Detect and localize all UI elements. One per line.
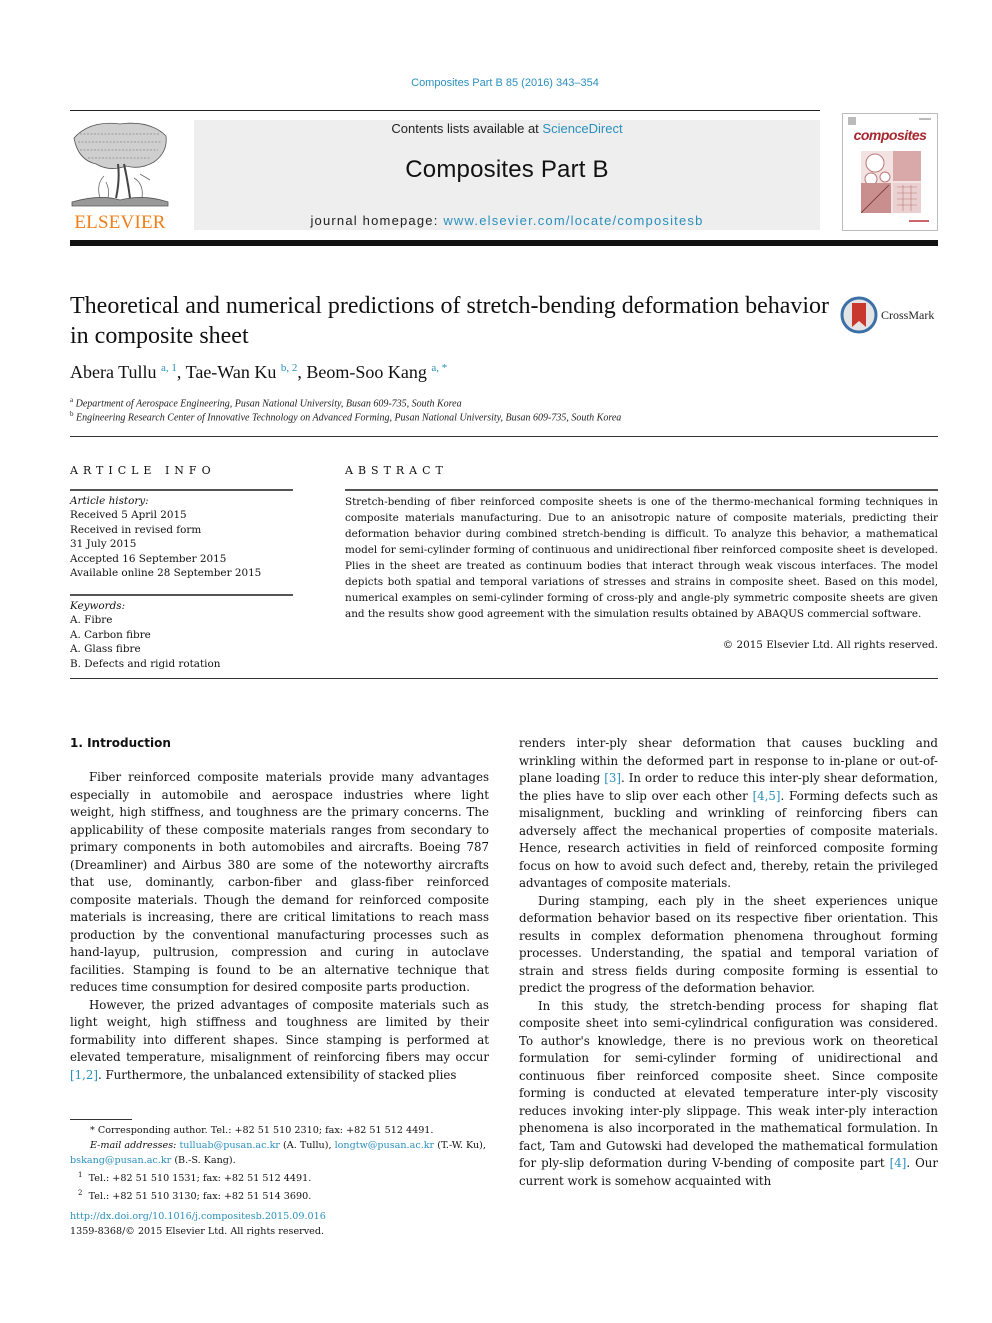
history-item: Received 5 April 2015 — [70, 509, 187, 522]
author-name: Tae-Wan Ku — [185, 362, 277, 382]
paragraph-text: . Furthermore, the unbalanced extensibil… — [97, 1067, 457, 1082]
history-item: 31 July 2015 — [70, 538, 137, 551]
keyword-item: A. Glass fibre — [70, 643, 141, 656]
paragraph-text: In this study, the stretch-bending proce… — [519, 998, 938, 1171]
cover-artwork-icon — [861, 151, 921, 213]
abstract-text: Stretch-bending of fiber reinforced comp… — [345, 496, 938, 620]
author-affiliation-marker[interactable]: b, 2 — [281, 362, 298, 374]
email-link[interactable]: tulluab@pusan.ac.kr — [179, 1140, 280, 1151]
affiliation-text: Department of Aerospace Engineering, Pus… — [75, 398, 462, 410]
abstract-rule — [345, 489, 938, 491]
cover-footer-mark — [909, 220, 929, 222]
author-separator: , — [297, 362, 307, 382]
header-top-rule — [70, 110, 820, 111]
author-affiliation-marker[interactable]: a, * — [431, 362, 447, 374]
email-owner: (A. Tullu), — [283, 1140, 332, 1151]
body-column-left: Fiber reinforced composite materials pro… — [70, 769, 489, 1084]
history-item: Accepted 16 September 2015 — [70, 552, 227, 565]
footnote-emails-cont: bskang@pusan.ac.kr (B.-S. Kang). — [70, 1153, 500, 1168]
citation-link[interactable]: [1,2] — [70, 1068, 98, 1082]
author-name: Beom-Soo Kang — [306, 362, 427, 382]
keywords-label: Keywords: — [70, 600, 126, 612]
homepage-prefix: journal homepage: — [310, 213, 444, 228]
elsevier-tree-icon — [71, 122, 169, 207]
sciencedirect-link[interactable]: ScienceDirect — [542, 121, 622, 136]
keyword-item: A. Carbon fibre — [70, 628, 151, 641]
footnote-mark: 2 — [78, 1189, 83, 1198]
email-owner: (B.-S. Kang). — [174, 1155, 236, 1166]
keyword-item: B. Defects and rigid rotation — [70, 657, 221, 670]
footnote-text: Tel.: +82 51 510 3130; fax: +82 51 514 3… — [88, 1191, 312, 1203]
crossmark-icon — [840, 296, 878, 334]
article-history-label: Article history: — [70, 495, 149, 507]
author-list: Abera Tullu a, 1, Tae-Wan Ku b, 2, Beom-… — [70, 362, 447, 383]
elsevier-wordmark: ELSEVIER — [74, 212, 166, 233]
article-history: Article history: Received 5 April 2015 R… — [70, 494, 300, 580]
elsevier-logo[interactable]: ELSEVIER — [70, 118, 170, 233]
email-link[interactable]: bskang@pusan.ac.kr — [70, 1155, 171, 1166]
paragraph: renders inter-ply shear deformation that… — [519, 735, 938, 893]
abstract-heading: ABSTRACT — [345, 464, 448, 477]
section-heading-introduction: 1. Introduction — [70, 736, 171, 750]
email-link[interactable]: longtw@pusan.ac.kr — [335, 1140, 435, 1151]
paragraph: Fiber reinforced composite materials pro… — [70, 770, 489, 994]
asterisk-mark: * — [90, 1125, 98, 1136]
article-info-rule — [70, 594, 293, 596]
footnote-corresponding: * Corresponding author. Tel.: +82 51 510… — [70, 1123, 500, 1138]
footnote-emails: E-mail addresses: tulluab@pusan.ac.kr (A… — [70, 1138, 500, 1153]
author-name: Abera Tullu — [70, 362, 157, 382]
contents-prefix: Contents lists available at — [391, 121, 543, 136]
cover-issn-mark — [919, 118, 931, 120]
issn-copyright: 1359-8368/© 2015 Elsevier Ltd. All right… — [70, 1226, 325, 1237]
paragraph-text: . Forming defects such as misalignment, … — [519, 788, 938, 891]
history-item: Available online 28 September 2015 — [70, 567, 262, 580]
author-affiliation-marker[interactable]: a, 1 — [161, 362, 177, 374]
footnote-mark: 1 — [78, 1171, 83, 1179]
keywords: Keywords: A. Fibre A. Carbon fibre A. Gl… — [70, 599, 300, 671]
title-block-rule — [70, 436, 938, 437]
footnote-rule — [70, 1119, 132, 1120]
body-column-right: renders inter-ply shear deformation that… — [519, 735, 938, 1190]
doi-link[interactable]: http://dx.doi.org/10.1016/j.compositesb.… — [70, 1211, 326, 1222]
article-info-heading: ARTICLE INFO — [70, 464, 216, 477]
history-item: Received in revised form — [70, 523, 202, 536]
author-separator: , — [176, 362, 186, 382]
affiliation-text: Engineering Research Center of Innovativ… — [76, 412, 622, 424]
crossmark-label: CrossMark — [881, 308, 935, 322]
footnote-1: 1 Tel.: +82 51 510 1531; fax: +82 51 512… — [70, 1168, 500, 1186]
paragraph-text: However, the prized advantages of compos… — [70, 997, 489, 1065]
journal-reference-link[interactable]: Composites Part B 85 (2016) 343–354 — [0, 77, 992, 89]
citation-link[interactable]: [4,5] — [753, 789, 781, 803]
footnotes: * Corresponding author. Tel.: +82 51 510… — [70, 1123, 500, 1204]
affiliation: a Department of Aerospace Engineering, P… — [70, 396, 462, 409]
footnote-2: 2 Tel.: +82 51 510 3130; fax: +82 51 514… — [70, 1186, 500, 1204]
header-thick-rule — [70, 240, 938, 246]
article-info-rule — [70, 489, 293, 491]
email-label: E-mail addresses: — [90, 1140, 177, 1151]
affiliation: b Engineering Research Center of Innovat… — [70, 410, 621, 423]
affiliation-mark: a — [70, 396, 74, 404]
journal-cover-thumbnail[interactable]: composites — [842, 113, 938, 231]
affiliation-mark: b — [70, 410, 74, 418]
journal-homepage-link[interactable]: www.elsevier.com/locate/compositesb — [443, 213, 703, 228]
keyword-item: A. Fibre — [70, 614, 113, 627]
journal-name: Composites Part B — [405, 156, 609, 183]
citation-link[interactable]: [4] — [890, 1156, 907, 1170]
citation-link[interactable]: [3] — [604, 771, 621, 785]
cover-publisher-mark — [848, 117, 856, 125]
abstract-copyright: © 2015 Elsevier Ltd. All rights reserved… — [722, 639, 938, 651]
article-title: Theoretical and numerical predictions of… — [70, 293, 830, 349]
cover-title: composites — [853, 127, 927, 143]
crossmark-button[interactable]: CrossMark — [840, 296, 950, 336]
contents-line: Contents lists available at ScienceDirec… — [194, 121, 820, 136]
footnote-text: Tel.: +82 51 510 1531; fax: +82 51 512 4… — [88, 1173, 312, 1185]
paragraph: However, the prized advantages of compos… — [70, 997, 489, 1085]
email-owner: (T.-W. Ku), — [437, 1140, 486, 1151]
front-matter-bottom-rule — [70, 678, 938, 679]
homepage-line: journal homepage: www.elsevier.com/locat… — [194, 213, 820, 228]
journal-masthead: Contents lists available at ScienceDirec… — [194, 120, 820, 230]
paragraph: During stamping, each ply in the sheet e… — [519, 893, 938, 996]
paragraph: In this study, the stretch-bending proce… — [519, 998, 938, 1191]
footnote-text: Corresponding author. Tel.: +82 51 510 2… — [97, 1125, 434, 1136]
